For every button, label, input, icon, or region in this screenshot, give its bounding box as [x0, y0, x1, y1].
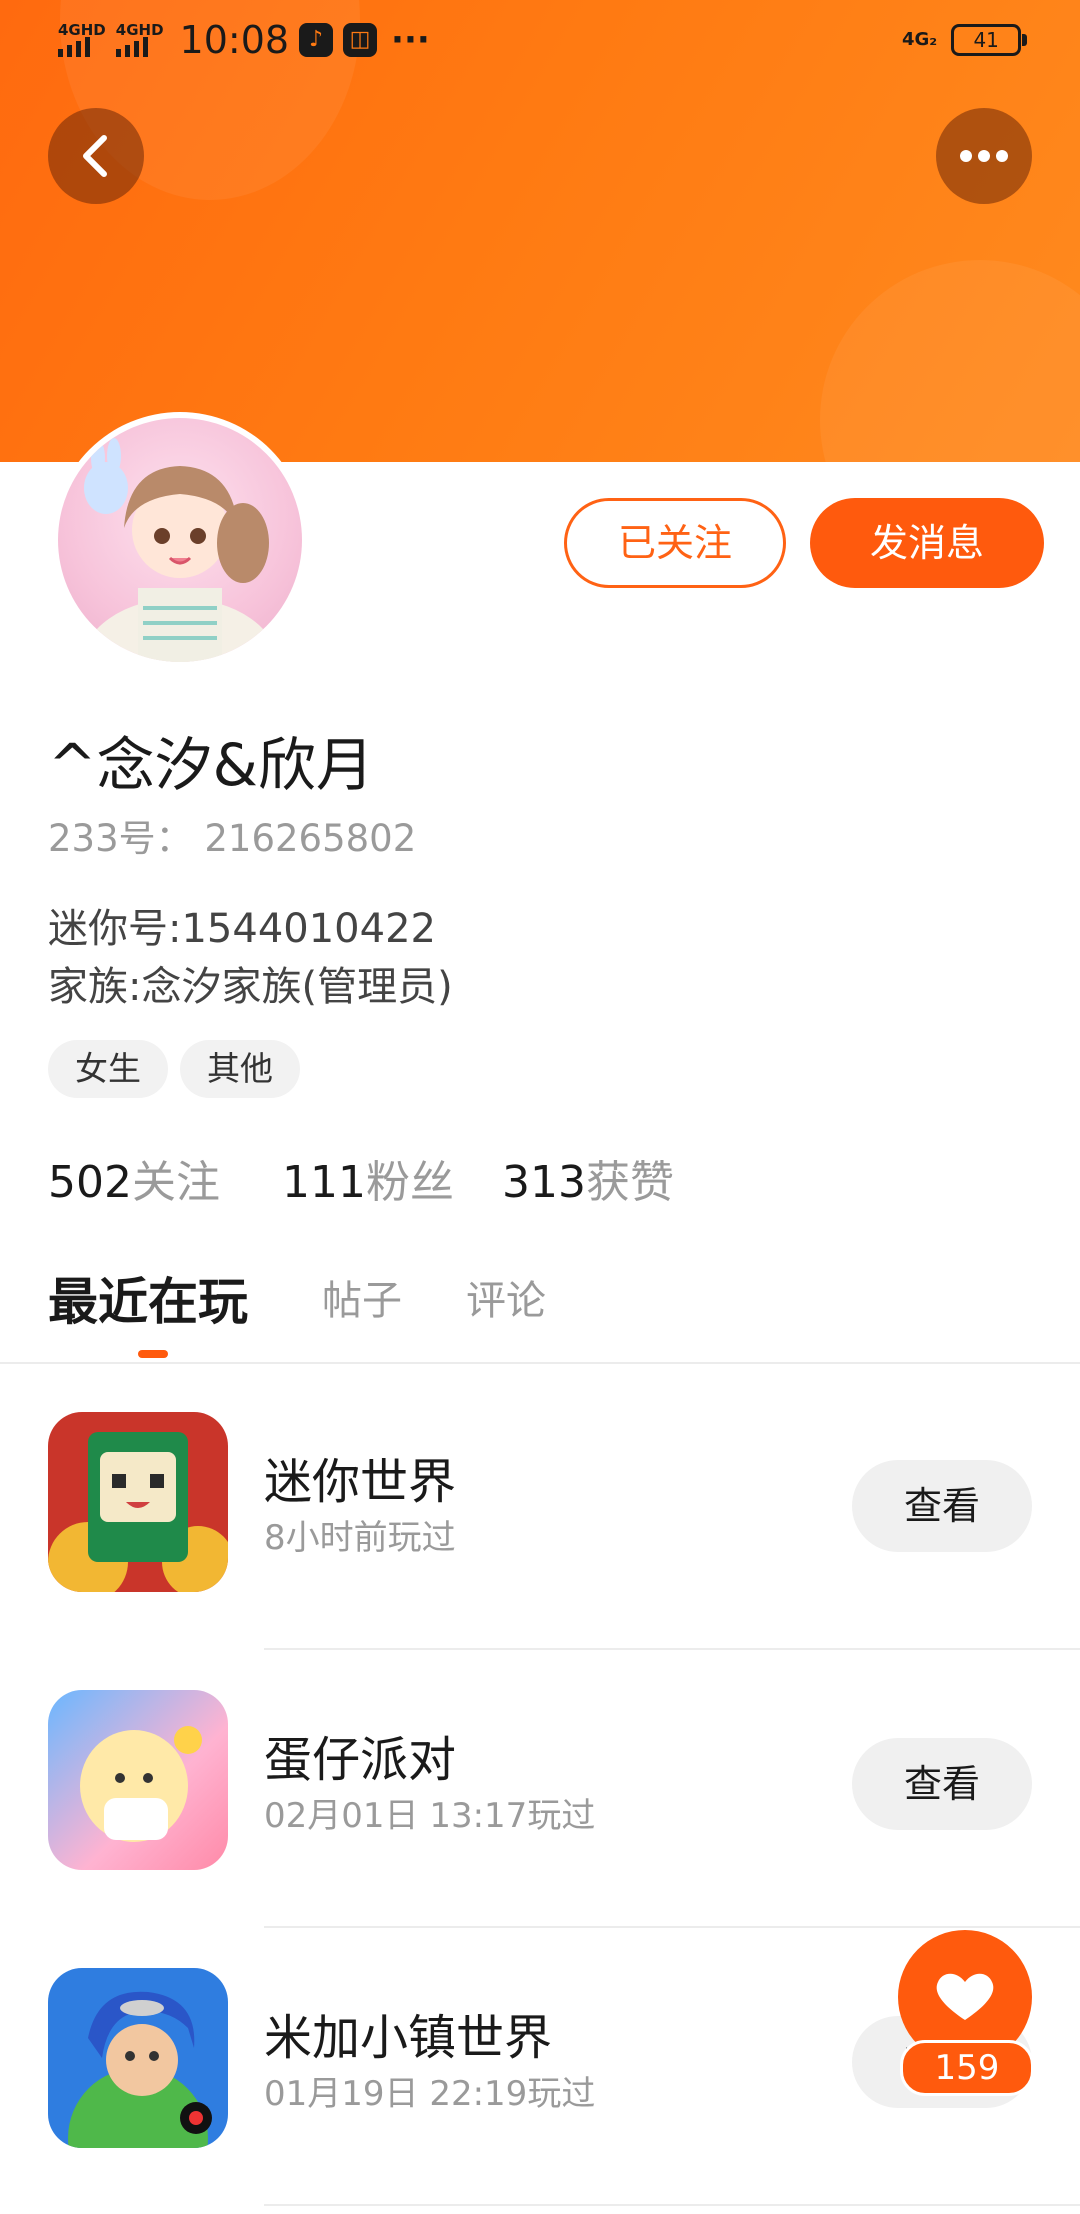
tab-active-indicator	[138, 1350, 168, 1358]
stat-label: 获赞	[585, 1157, 674, 1208]
screenshot-icon: ◫	[343, 23, 378, 57]
game-title: 米加小镇世界	[264, 2010, 553, 2066]
stat-label: 关注	[131, 1157, 220, 1208]
battery-icon: 41	[951, 24, 1028, 56]
stat-label: 粉丝	[365, 1157, 454, 1208]
mini-world-id: 迷你号:1544010422	[48, 906, 436, 952]
avatar[interactable]	[52, 412, 308, 668]
status-bar: 4GHD 4GHD 10:08 ♪ ◫ ··· 4G₂ 41	[0, 0, 1080, 86]
view-button[interactable]: 查看	[852, 1738, 1032, 1830]
user-name: ^念汐&欣月	[48, 731, 374, 799]
tab-posts[interactable]: 帖子	[322, 1268, 402, 1326]
divider	[0, 1362, 1080, 1364]
stat-number: 313	[502, 1157, 586, 1208]
game-title: 迷你世界	[264, 1454, 457, 1510]
stat-followers[interactable]: 111粉丝	[282, 1146, 454, 1210]
avatar-image	[58, 418, 302, 662]
signal-label: 4GHD	[58, 21, 106, 39]
chevron-left-icon	[83, 135, 107, 177]
tag-other: 其他	[180, 1040, 300, 1098]
like-count: 159	[900, 2040, 1034, 2096]
game-played-time: 02月01日 13:17玩过	[264, 1796, 596, 1836]
profile-banner: 4GHD 4GHD 10:08 ♪ ◫ ··· 4G₂ 41	[0, 0, 1080, 462]
tag-gender: 女生	[48, 1040, 168, 1098]
more-options-button[interactable]	[936, 108, 1032, 204]
more-notifications-icon: ···	[391, 20, 430, 60]
divider	[264, 2204, 1080, 2206]
signal-indicator: 4GHD	[115, 21, 164, 57]
more-horizontal-icon	[960, 150, 1008, 162]
list-item[interactable]: 蛋仔派对 02月01日 13:17玩过 查看	[0, 1650, 1080, 1928]
signal-bars-icon	[58, 37, 90, 57]
game-icon	[48, 1968, 228, 2148]
banner-decoration	[820, 260, 1080, 462]
game-played-time: 01月19日 22:19玩过	[264, 2074, 596, 2114]
view-button[interactable]: 查看	[852, 1460, 1032, 1552]
game-icon	[48, 1412, 228, 1592]
stat-likes[interactable]: 313获赞	[502, 1146, 674, 1210]
family-info: 家族:念汐家族(管理员)	[48, 964, 453, 1010]
stat-following[interactable]: 502关注	[48, 1146, 220, 1210]
user-233-id: 233号： 216265802	[48, 817, 417, 860]
network-indicator: 4G₂	[902, 29, 938, 50]
tab-recently-played[interactable]: 最近在玩	[48, 1262, 248, 1334]
tab-comments[interactable]: 评论	[466, 1268, 546, 1326]
send-message-button[interactable]: 发消息	[810, 498, 1044, 588]
tiktok-icon: ♪	[299, 23, 334, 57]
back-button[interactable]	[48, 108, 144, 204]
list-item[interactable]: 迷你世界 8小时前玩过 查看	[0, 1372, 1080, 1650]
clock: 10:08	[179, 18, 290, 62]
stat-number: 502	[48, 1157, 132, 1208]
signal-indicator: 4GHD	[58, 23, 106, 57]
game-played-time: 8小时前玩过	[264, 1518, 456, 1558]
game-title: 蛋仔派对	[264, 1732, 457, 1788]
profile-tabs: 最近在玩 帖子 评论	[0, 1262, 1080, 1362]
following-button[interactable]: 已关注	[564, 498, 786, 588]
game-icon	[48, 1690, 228, 1870]
stat-number: 111	[282, 1157, 366, 1208]
signal-label: 4GHD	[115, 21, 164, 39]
signal-bars-icon	[115, 37, 148, 57]
